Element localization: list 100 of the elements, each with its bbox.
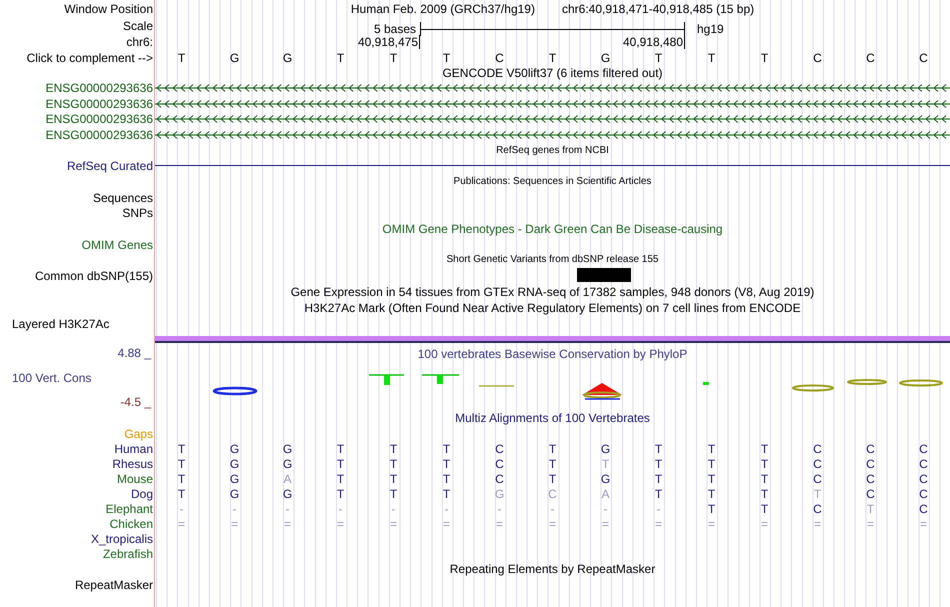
gene-strand-line[interactable] <box>155 99 950 109</box>
complement-link[interactable]: Click to complement --> <box>26 52 153 64</box>
aligned-base: - <box>604 502 608 514</box>
aligned-base: T <box>548 442 556 454</box>
aligned-base: A <box>283 472 292 484</box>
row-label: OMIM Genes <box>82 239 153 251</box>
axis-max-label: 4.88 _ <box>118 347 151 359</box>
aligned-base: T <box>178 488 186 500</box>
row-label: RefSeq Curated <box>66 160 153 172</box>
aligned-base: T <box>442 442 450 454</box>
aligned-base: T <box>760 442 768 454</box>
aligned-base: T <box>336 458 344 470</box>
aligned-base: C <box>813 472 822 484</box>
aligned-base: C <box>495 458 504 470</box>
aligned-base: = <box>760 518 768 530</box>
aligned-base: T <box>336 472 344 484</box>
track-title: Publications: Sequences in Scientific Articles <box>454 177 652 187</box>
aligned-base: - <box>656 502 660 514</box>
aligned-base: T <box>708 472 716 484</box>
coordinate-label: 40,918,475 <box>358 35 420 49</box>
aligned-base: G <box>282 442 292 454</box>
aligned-base: G <box>600 442 610 454</box>
aligned-base: - <box>338 502 342 514</box>
aligned-base: C <box>495 442 504 454</box>
base-letter: T <box>336 52 344 64</box>
aligned-base: = <box>284 518 291 530</box>
aligned-base: - <box>232 502 236 514</box>
species-label: Mouse <box>116 472 153 484</box>
aligned-base: C <box>919 472 928 484</box>
assembly-label: hg19 <box>697 22 724 36</box>
aligned-base: = <box>178 518 185 530</box>
aligned-base: - <box>180 502 184 514</box>
aligned-base: T <box>654 442 662 454</box>
aligned-base: T <box>760 458 768 470</box>
aligned-base: T <box>814 488 822 500</box>
gene-link[interactable]: ENSG00000293636 <box>46 82 153 94</box>
gene-link[interactable]: ENSG00000293636 <box>46 98 153 110</box>
track-title: GENCODE V50lift37 (6 items filtered out) <box>442 66 663 78</box>
aligned-base: T <box>548 472 556 484</box>
row-label: Sequences <box>92 192 153 204</box>
aligned-base: C <box>495 472 504 484</box>
aligned-base: T <box>602 458 610 470</box>
base-letter: C <box>813 52 822 64</box>
species-label: Dog <box>130 488 153 500</box>
row-label: Common dbSNP(155) <box>34 270 153 282</box>
base-letter: T <box>708 52 716 64</box>
aligned-base: C <box>866 488 875 500</box>
aligned-base: - <box>444 502 448 514</box>
aligned-base: T <box>390 488 398 500</box>
aligned-base: C <box>919 442 928 454</box>
aligned-base: G <box>230 458 240 470</box>
aligned-base: G <box>230 488 240 500</box>
species-label: Chicken <box>110 518 153 530</box>
aligned-base: - <box>392 502 396 514</box>
species-label: Rhesus <box>112 458 153 470</box>
base-letter: T <box>760 52 768 64</box>
aligned-base: G <box>230 442 240 454</box>
aligned-base: = <box>496 518 503 530</box>
aligned-base: = <box>602 518 609 530</box>
aligned-base: A <box>601 488 610 500</box>
aligned-base: T <box>336 442 344 454</box>
aligned-base: - <box>286 502 290 514</box>
aligned-base: - <box>550 502 554 514</box>
base-letter: T <box>390 52 398 64</box>
gene-strand-line[interactable] <box>155 83 950 93</box>
base-letter: C <box>866 52 875 64</box>
gene-strand-line[interactable] <box>155 130 950 140</box>
aligned-base: = <box>866 518 874 530</box>
aligned-base: C <box>548 488 557 500</box>
aligned-base: T <box>178 442 186 454</box>
row-label: chr6: <box>126 36 153 48</box>
species-label: Elephant <box>106 502 153 514</box>
track-title: Short Genetic Variants from dbSNP release 155 <box>446 255 658 265</box>
gene-link[interactable]: ENSG00000293636 <box>46 113 153 125</box>
position-range: chr6:40,918,471-40,918,485 (15 bp) <box>562 2 754 14</box>
aligned-base: T <box>760 472 768 484</box>
row-label: Layered H3K27Ac <box>12 318 110 330</box>
row-label: 100 Vert. Cons <box>12 372 92 384</box>
aligned-base: C <box>866 472 875 484</box>
aligned-base: T <box>178 472 186 484</box>
track-title: Repeating Elements by RepeatMasker <box>450 563 656 575</box>
base-letter: T <box>442 52 450 64</box>
aligned-base: G <box>494 488 504 500</box>
base-letter: T <box>548 52 556 64</box>
base-letter: C <box>495 52 504 64</box>
species-label: Zebrafish <box>102 548 153 560</box>
row-label: RepeatMasker <box>74 578 153 590</box>
aligned-base: C <box>919 502 928 514</box>
aligned-base: G <box>282 488 292 500</box>
track-title: OMIM Gene Phenotypes - Dark Green Can Be Disease-causing <box>382 223 723 235</box>
track-title: Multiz Alignments of 100 Vertebrates <box>455 412 650 424</box>
row-label: Window Position <box>64 2 153 14</box>
aligned-base: G <box>230 472 240 484</box>
aligned-base: C <box>919 458 928 470</box>
row-label: Scale <box>122 20 153 32</box>
aligned-base: G <box>282 458 292 470</box>
gene-link[interactable]: ENSG00000293636 <box>46 129 153 141</box>
coordinate-label: 40,918,480 <box>622 35 685 49</box>
aligned-base: C <box>919 488 928 500</box>
gene-strand-line[interactable] <box>155 114 950 124</box>
